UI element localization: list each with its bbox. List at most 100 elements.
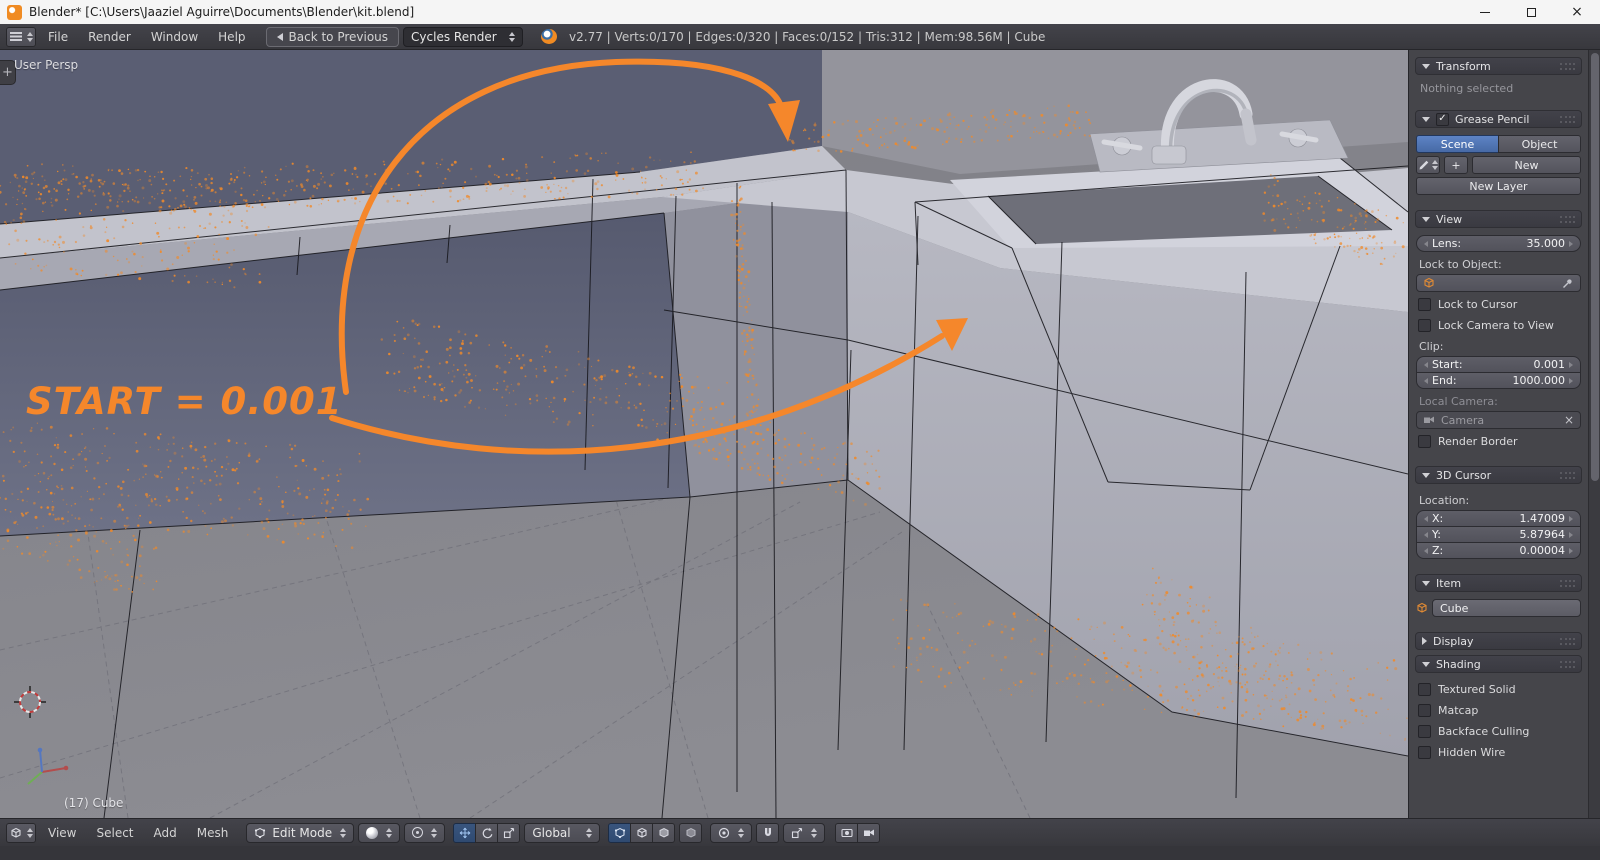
maximize-button[interactable]: [1508, 0, 1554, 24]
menu-render[interactable]: Render: [80, 27, 139, 47]
sidebar-scrollbar[interactable]: [1588, 50, 1600, 818]
gp-new-layer-button[interactable]: New Layer: [1416, 177, 1581, 195]
checkbox[interactable]: [1418, 435, 1431, 448]
eyedropper-icon[interactable]: [1562, 277, 1574, 289]
dropdown-arrows-icon: [738, 827, 745, 838]
cursor-z-field[interactable]: Z: 0.00004: [1416, 542, 1581, 559]
panel-title-display: Display: [1433, 634, 1474, 648]
vertex-select-icon: [614, 827, 626, 839]
checkbox[interactable]: [1418, 298, 1431, 311]
increment-icon[interactable]: [1569, 377, 1573, 384]
properties-region: Transform Nothing selected ✓ Grease Penc…: [1408, 50, 1588, 818]
snap-element-select[interactable]: [783, 822, 826, 843]
decrement-icon[interactable]: [1424, 377, 1428, 384]
limit-to-visible-button[interactable]: [679, 822, 703, 843]
matcap-checkbox[interactable]: Matcap: [1418, 702, 1579, 719]
manipulator-translate-button[interactable]: [453, 822, 477, 843]
cursor-x-field[interactable]: X: 1.47009: [1416, 510, 1581, 527]
increment-icon[interactable]: [1569, 240, 1573, 247]
edit-mode-icon: [254, 827, 266, 839]
panel-header-shading[interactable]: Shading: [1415, 655, 1582, 673]
hidden-wire-checkbox[interactable]: Hidden Wire: [1418, 744, 1579, 761]
decrement-icon[interactable]: [1424, 515, 1428, 522]
menu-select[interactable]: Select: [88, 823, 141, 843]
panel-header-display[interactable]: Display: [1415, 632, 1582, 650]
decrement-icon[interactable]: [1424, 361, 1428, 368]
mode-select[interactable]: Edit Mode: [246, 822, 355, 843]
checkbox[interactable]: [1418, 704, 1431, 717]
manipulator-rotate-button[interactable]: [475, 822, 499, 843]
item-name-field[interactable]: Cube: [1432, 599, 1581, 617]
clip-end-field[interactable]: End: 1000.000: [1416, 372, 1581, 389]
menu-file[interactable]: File: [40, 27, 76, 47]
increment-icon[interactable]: [1569, 361, 1573, 368]
dropdown-arrows-icon: [509, 31, 516, 42]
menu-view[interactable]: View: [40, 823, 84, 843]
menu-window[interactable]: Window: [143, 27, 206, 47]
select-mode-edge-button[interactable]: [630, 822, 654, 843]
increment-icon[interactable]: [1569, 547, 1573, 554]
clear-icon[interactable]: ×: [1564, 414, 1574, 426]
back-to-previous-button[interactable]: Back to Previous: [265, 26, 400, 47]
collapse-arrow-icon: [1422, 116, 1430, 122]
viewport-shading-select[interactable]: [358, 822, 401, 843]
pivot-center-select[interactable]: [404, 822, 446, 843]
panel-header-3d-cursor[interactable]: 3D Cursor: [1415, 466, 1582, 484]
decrement-icon[interactable]: [1424, 531, 1428, 538]
editor-type-button-info[interactable]: [6, 26, 36, 47]
gp-object-tab[interactable]: Object: [1498, 135, 1581, 153]
decrement-icon[interactable]: [1424, 547, 1428, 554]
cursor-y-field[interactable]: Y: 5.87964: [1416, 526, 1581, 543]
lens-slider[interactable]: Lens: 35.000: [1416, 235, 1581, 252]
manipulator-scale-button[interactable]: [497, 822, 521, 843]
textured-solid-checkbox[interactable]: Textured Solid: [1418, 681, 1579, 698]
3d-viewport[interactable]: + User Persp START = 0.001 (17) Cube: [0, 50, 1408, 818]
gp-add-button[interactable]: +: [1444, 156, 1468, 174]
select-mode-face-button[interactable]: [652, 822, 676, 843]
panel-header-item[interactable]: Item: [1415, 574, 1582, 592]
panel-header-grease-pencil[interactable]: ✓ Grease Pencil: [1415, 110, 1582, 128]
window-titlebar: Blender* [C:\Users\Jaaziel Aguirre\Docum…: [0, 0, 1600, 24]
panel-header-transform[interactable]: Transform: [1415, 57, 1582, 75]
menu-mesh[interactable]: Mesh: [189, 823, 237, 843]
transform-orientation-select[interactable]: Global: [524, 822, 601, 843]
select-mode-vertex-button[interactable]: [608, 822, 632, 843]
minimize-icon: [1480, 11, 1490, 13]
checkbox[interactable]: [1418, 319, 1431, 332]
editor-type-button-3dview[interactable]: [6, 822, 36, 843]
scrollbar-thumb[interactable]: [1591, 53, 1599, 481]
gp-scene-tab[interactable]: Scene: [1416, 135, 1499, 153]
corner-cabinet-side: [664, 188, 848, 497]
clip-start-field[interactable]: Start: 0.001: [1416, 356, 1581, 373]
increment-icon[interactable]: [1569, 531, 1573, 538]
dropdown-arrows-icon: [1432, 160, 1438, 170]
increment-icon[interactable]: [1569, 515, 1573, 522]
lock-to-cursor-checkbox[interactable]: Lock to Cursor: [1418, 296, 1579, 313]
lock-camera-checkbox[interactable]: Lock Camera to View: [1418, 317, 1579, 334]
gp-new-button[interactable]: New: [1472, 156, 1581, 174]
panel-header-view[interactable]: View: [1415, 210, 1582, 228]
blender-app-icon: [7, 4, 22, 20]
decrement-icon[interactable]: [1424, 240, 1428, 247]
grease-pencil-checkbox[interactable]: ✓: [1436, 112, 1449, 126]
lock-to-object-field[interactable]: [1416, 274, 1581, 292]
plus-icon: +: [2, 65, 13, 80]
checkbox[interactable]: [1418, 746, 1431, 759]
render-engine-select[interactable]: Cycles Render: [403, 26, 524, 47]
checkbox[interactable]: [1418, 725, 1431, 738]
menu-help[interactable]: Help: [210, 27, 253, 47]
proportional-edit-select[interactable]: [710, 822, 753, 843]
opengl-render-anim-button[interactable]: [857, 822, 881, 843]
checkbox[interactable]: [1418, 683, 1431, 696]
opengl-render-image-button[interactable]: [835, 822, 859, 843]
gp-draw-button[interactable]: [1416, 156, 1440, 174]
menu-add[interactable]: Add: [146, 823, 185, 843]
minimize-button[interactable]: [1462, 0, 1508, 24]
snap-toggle-button[interactable]: [756, 822, 780, 843]
backface-culling-checkbox[interactable]: Backface Culling: [1418, 723, 1579, 740]
active-object-label: (17) Cube: [64, 796, 124, 810]
render-border-checkbox[interactable]: Render Border: [1418, 433, 1579, 450]
local-camera-field[interactable]: Camera ×: [1416, 411, 1581, 429]
close-button[interactable]: ×: [1554, 0, 1600, 24]
collapse-arrow-icon: [1422, 661, 1430, 667]
